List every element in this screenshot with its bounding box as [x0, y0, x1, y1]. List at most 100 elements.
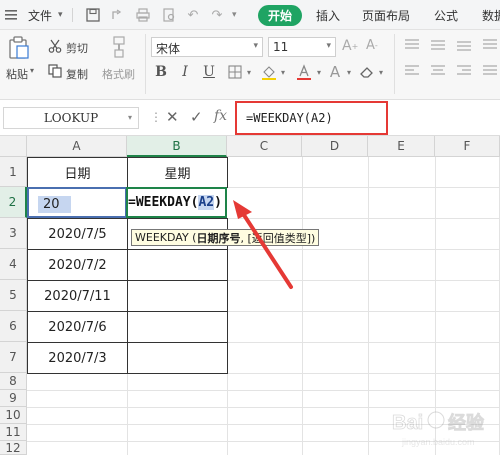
row-header-1[interactable]: 1 [0, 157, 27, 187]
more-icon: ⋮ [150, 110, 162, 124]
align-top-icon[interactable] [404, 38, 420, 52]
function-hint-tooltip: WEEKDAY (日期序号, [返回值类型]) [131, 229, 320, 246]
copy-icon[interactable] [48, 64, 62, 78]
cell-a3[interactable]: 2020/7/5 [27, 218, 128, 250]
tooltip-function-name: WEEKDAY ( [135, 231, 197, 244]
print-preview-icon[interactable] [160, 6, 178, 24]
row-header-10[interactable]: 10 [0, 407, 27, 424]
align-bottom-icon[interactable] [456, 38, 472, 52]
row-header-4[interactable]: 4 [0, 249, 27, 280]
name-box[interactable]: LOOKUP [3, 107, 139, 129]
row-header-11[interactable]: 11 [0, 424, 27, 441]
align-middle-icon[interactable] [430, 38, 446, 52]
grid-line [127, 373, 128, 455]
select-all-corner[interactable] [0, 136, 27, 157]
row-header-6[interactable]: 6 [0, 311, 27, 342]
column-header-d[interactable]: D [302, 136, 368, 157]
align-center-icon[interactable] [430, 64, 446, 78]
text-effect-icon[interactable]: A [326, 63, 344, 81]
cell-b2-formula-suffix: ) [214, 195, 222, 210]
svg-text:经验: 经验 [448, 412, 485, 433]
underline-button[interactable]: U [201, 63, 217, 81]
cell-a6[interactable]: 2020/7/6 [27, 311, 128, 343]
paint-brush-icon[interactable] [110, 36, 128, 58]
tab-page-layout[interactable]: 页面布局 [362, 7, 410, 24]
row-header-12[interactable]: 12 [0, 441, 27, 455]
format-painter-button[interactable]: 格式刷 [102, 66, 135, 82]
column-header-a[interactable]: A [27, 136, 127, 157]
bold-button[interactable]: B [153, 63, 169, 81]
row-header-8[interactable]: 8 [0, 373, 27, 390]
cell-b5[interactable] [127, 280, 228, 312]
check-icon[interactable]: ✓ [190, 108, 203, 126]
fill-chevron-icon[interactable]: ▾ [278, 63, 288, 81]
row-header-7[interactable]: 7 [0, 342, 27, 373]
row-header-5[interactable]: 5 [0, 280, 27, 311]
cell-b1[interactable]: 星期 [127, 157, 228, 188]
svg-text:jingyan.baidu.com: jingyan.baidu.com [401, 437, 475, 447]
print-icon[interactable] [134, 6, 152, 24]
fill-color-icon[interactable] [260, 63, 278, 81]
cell-a4[interactable]: 2020/7/2 [27, 249, 128, 281]
redo-icon[interactable]: ↷ [208, 6, 226, 24]
eraser-chevron-icon[interactable]: ▾ [376, 63, 386, 81]
justify-icon[interactable] [482, 64, 498, 78]
font-size-select[interactable]: 11 ▾ [268, 37, 336, 57]
tab-formulas[interactable]: 公式 [434, 7, 458, 24]
column-header-f[interactable]: F [435, 136, 500, 157]
cell-b6[interactable] [127, 311, 228, 343]
clipboard-icon[interactable] [8, 36, 30, 60]
cell-a5[interactable]: 2020/7/11 [27, 280, 128, 312]
paste-button[interactable]: 粘贴 [6, 66, 28, 82]
font-color-icon[interactable] [294, 63, 314, 81]
column-header-c[interactable]: C [227, 136, 302, 157]
column-header-e[interactable]: E [368, 136, 435, 157]
decrease-font-icon[interactable]: A- [366, 38, 378, 53]
more-chevron-icon[interactable]: ▾ [232, 6, 237, 24]
cell-b7[interactable] [127, 342, 228, 374]
grid-line [227, 373, 228, 455]
export-icon[interactable] [108, 6, 126, 24]
tab-data[interactable]: 数据 [482, 7, 500, 24]
font-size-value: 11 [273, 40, 289, 54]
italic-button[interactable]: I [177, 63, 193, 81]
tab-insert[interactable]: 插入 [316, 7, 340, 24]
border-icon[interactable] [226, 63, 244, 81]
increase-font-icon[interactable]: A + [342, 38, 358, 54]
font-name-value: 宋体 [156, 42, 181, 56]
chevron-down-icon[interactable]: ▾ [128, 113, 132, 122]
cut-button[interactable]: 剪切 [66, 40, 88, 56]
undo-icon[interactable]: ↶ [184, 6, 202, 24]
scissors-icon[interactable] [48, 39, 62, 53]
hamburger-icon[interactable] [4, 6, 18, 24]
align-right-icon[interactable] [456, 64, 472, 78]
cell-b2-formula-prefix: =WEEKDAY( [128, 195, 199, 210]
row-header-9[interactable]: 9 [0, 390, 27, 407]
cell-a7[interactable]: 2020/7/3 [27, 342, 128, 374]
fx-icon[interactable]: fx [214, 108, 227, 124]
align-extra-icon[interactable] [482, 38, 498, 52]
watermark-logo-icon: Bai 经验 jingyan.baidu.com [392, 411, 485, 447]
save-icon[interactable] [84, 6, 102, 24]
cell-b2-active[interactable]: =WEEKDAY(A2) [126, 187, 227, 218]
cell-b4[interactable] [127, 249, 228, 281]
border-chevron-icon[interactable]: ▾ [244, 63, 254, 81]
copy-button[interactable]: 复制 [66, 66, 88, 82]
cell-a2-value: 20 [38, 196, 71, 213]
eraser-icon[interactable] [358, 63, 376, 81]
cell-a1[interactable]: 日期 [27, 157, 128, 188]
align-left-icon[interactable] [404, 64, 420, 78]
file-menu[interactable]: 文件 [28, 7, 52, 24]
column-header-b[interactable]: B [127, 136, 227, 157]
font-name-select[interactable]: 宋体 ▾ [151, 37, 263, 57]
text-effect-chevron-icon[interactable]: ▾ [344, 63, 354, 81]
chevron-down-icon[interactable]: ▾ [58, 6, 63, 24]
paste-chevron-icon[interactable]: ▾ [30, 66, 34, 75]
toolbar-divider [72, 8, 73, 22]
annotation-red-box [235, 101, 388, 135]
tab-start[interactable]: 开始 [258, 5, 302, 26]
row-header-2[interactable]: 2 [0, 187, 27, 218]
font-color-chevron-icon[interactable]: ▾ [314, 63, 324, 81]
row-header-3[interactable]: 3 [0, 218, 27, 249]
cancel-icon[interactable]: ✕ [166, 108, 179, 126]
